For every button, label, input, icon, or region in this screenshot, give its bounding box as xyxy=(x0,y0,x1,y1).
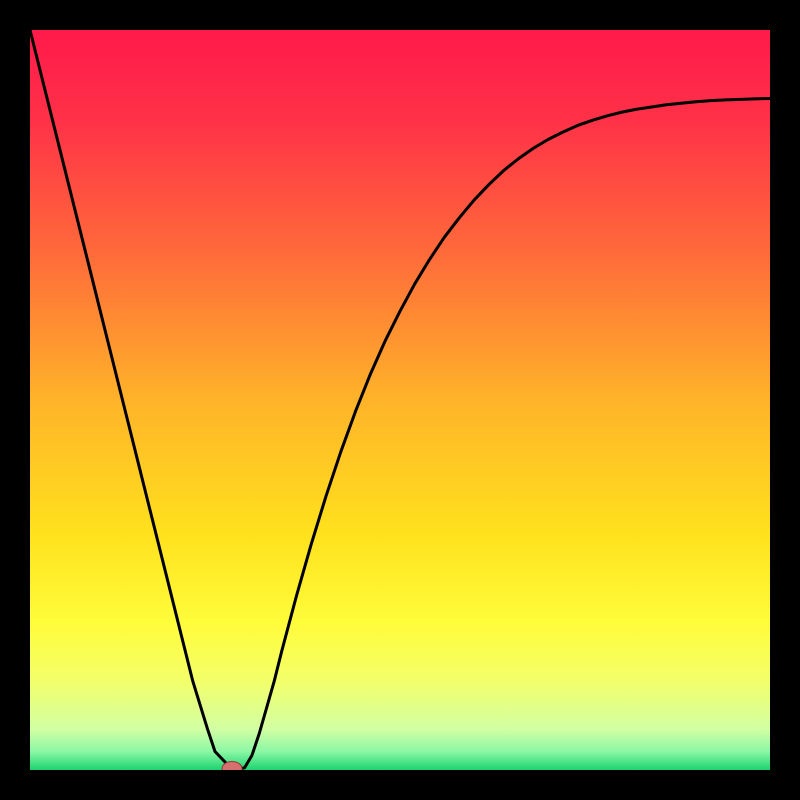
gradient-background xyxy=(30,30,770,770)
plot-area xyxy=(30,30,770,770)
bottleneck-chart xyxy=(30,30,770,770)
chart-frame: TheBottleneck.com xyxy=(0,0,800,800)
attribution-label: TheBottleneck.com xyxy=(586,2,778,28)
